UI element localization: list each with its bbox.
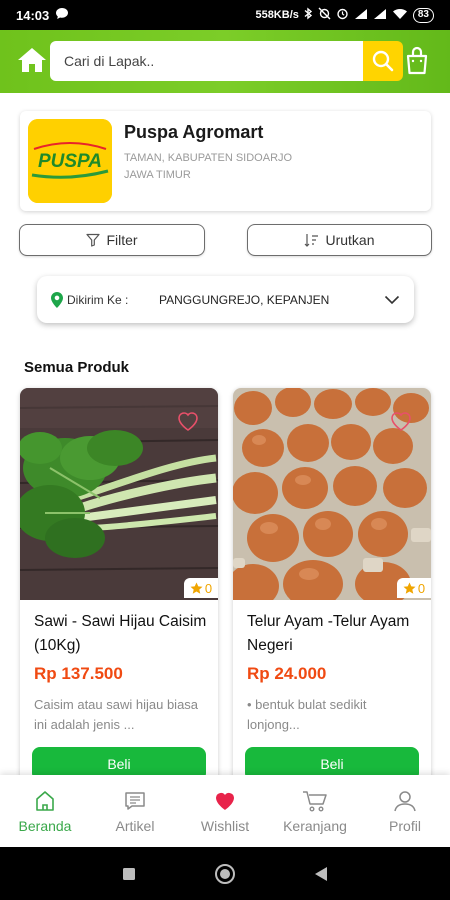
store-address-line2: JAWA TIMUR [124,169,191,181]
product-card[interactable]: 0 Telur Ayam -Telur Ayam Negeri Rp 24.00… [233,388,431,788]
product-description: • bentuk bulat sedikit lonjong... [247,697,367,732]
sort-button[interactable]: Urutkan [247,224,432,256]
location-pin-icon [51,291,63,308]
product-name: Sawi - Sawi Hijau Caisim (10Kg) [34,613,207,654]
status-right: 558KB/s 83 [255,7,434,23]
nav-item-beranda[interactable]: Beranda [0,775,90,847]
product-price: Rp 24.000 [247,664,327,683]
nav-item-wishlist[interactable]: Wishlist [180,775,270,847]
store-card[interactable]: PUSPA Puspa Agromart TAMAN, KABUPATEN SI… [20,111,431,211]
cart-icon [303,791,327,812]
shopping-bag-button[interactable] [404,46,432,78]
mute-icon [318,7,331,23]
signal-icon-2 [373,8,387,23]
home-icon [36,791,54,811]
home-button[interactable] [16,45,48,75]
rating-badge: 0 [397,578,431,598]
search-icon [372,50,394,72]
app-screen: 14:03 558KB/s 83 Cari di Lapak.. PUSPA P… [0,0,450,900]
alarm-icon [336,7,349,23]
store-logo: PUSPA [28,119,112,203]
signal-icon-1 [354,8,368,23]
wishlist-heart-button[interactable] [389,410,413,437]
recents-icon[interactable] [122,867,136,881]
product-price: Rp 137.500 [34,664,123,683]
app-header [0,30,450,93]
nav-item-keranjang[interactable]: Keranjang [270,775,360,847]
filter-label: Filter [106,232,138,248]
battery-indicator: 83 [412,7,434,23]
product-card[interactable]: 0 Sawi - Sawi Hijau Caisim (10Kg) Rp 137… [20,388,218,788]
product-description: Caisim atau sawi hijau biasa ini adalah … [34,697,199,732]
heart-outline-icon [391,412,411,431]
nav-label: Beranda [18,818,72,834]
status-time: 14:03 [16,7,50,23]
nav-label: Artikel [115,818,155,834]
sort-icon [305,234,319,247]
nav-item-artikel[interactable]: Artikel [90,775,180,847]
bottom-navigation: Beranda Artikel Wishlist Keranjang Profi… [0,775,450,847]
sort-label: Urutkan [325,232,375,248]
wifi-icon [392,8,408,23]
filter-button[interactable]: Filter [19,224,205,256]
status-bar: 14:03 558KB/s 83 [0,0,450,30]
filter-icon [86,233,101,247]
chevron-down-icon [384,295,400,304]
store-address: TAMAN, KABUPATEN SIDOARJO JAWA TIMUR [124,150,364,184]
home-icon [18,48,46,72]
wishlist-heart-button[interactable] [176,410,200,437]
section-title-all-products: Semua Produk [24,359,130,376]
nav-label: Keranjang [283,818,347,834]
rating-value: 0 [204,580,213,596]
store-name: Puspa Agromart [124,122,264,142]
network-speed: 558KB/s [255,9,299,21]
back-triangle-icon[interactable] [314,866,328,882]
nav-label: Wishlist [200,818,250,834]
eggs-tray-photo: 0 [233,388,431,600]
article-icon [125,792,145,810]
nav-label: Profil [389,818,421,834]
rating-value: 0 [417,580,426,596]
product-name: Telur Ayam -Telur Ayam Negeri [247,613,410,654]
delivery-label: Dikirim Ke : [67,292,129,307]
mustard-greens-photo: 0 [20,388,218,600]
star-icon [403,582,416,594]
bluetooth-icon [304,7,313,23]
profile-icon [394,791,416,812]
nav-item-profil[interactable]: Profil [360,775,450,847]
system-navigation-bar [0,847,450,900]
home-circle-icon[interactable] [214,863,236,885]
star-icon [190,582,203,594]
heart-icon [216,792,234,810]
rating-badge: 0 [184,578,218,598]
store-address-line1: TAMAN, KABUPATEN SIDOARJO [124,152,293,164]
store-logo-text: PUSPA [38,151,102,172]
delivery-location-selector[interactable]: Dikirim Ke : PANGGUNGREJO, KEPANJEN [37,276,414,323]
chat-notification-icon [55,7,69,23]
search-button[interactable] [363,41,403,81]
delivery-location: PANGGUNGREJO, KEPANJEN [159,292,330,307]
search-input[interactable] [50,41,363,81]
heart-outline-icon [178,412,198,431]
shopping-bag-icon [406,46,428,75]
